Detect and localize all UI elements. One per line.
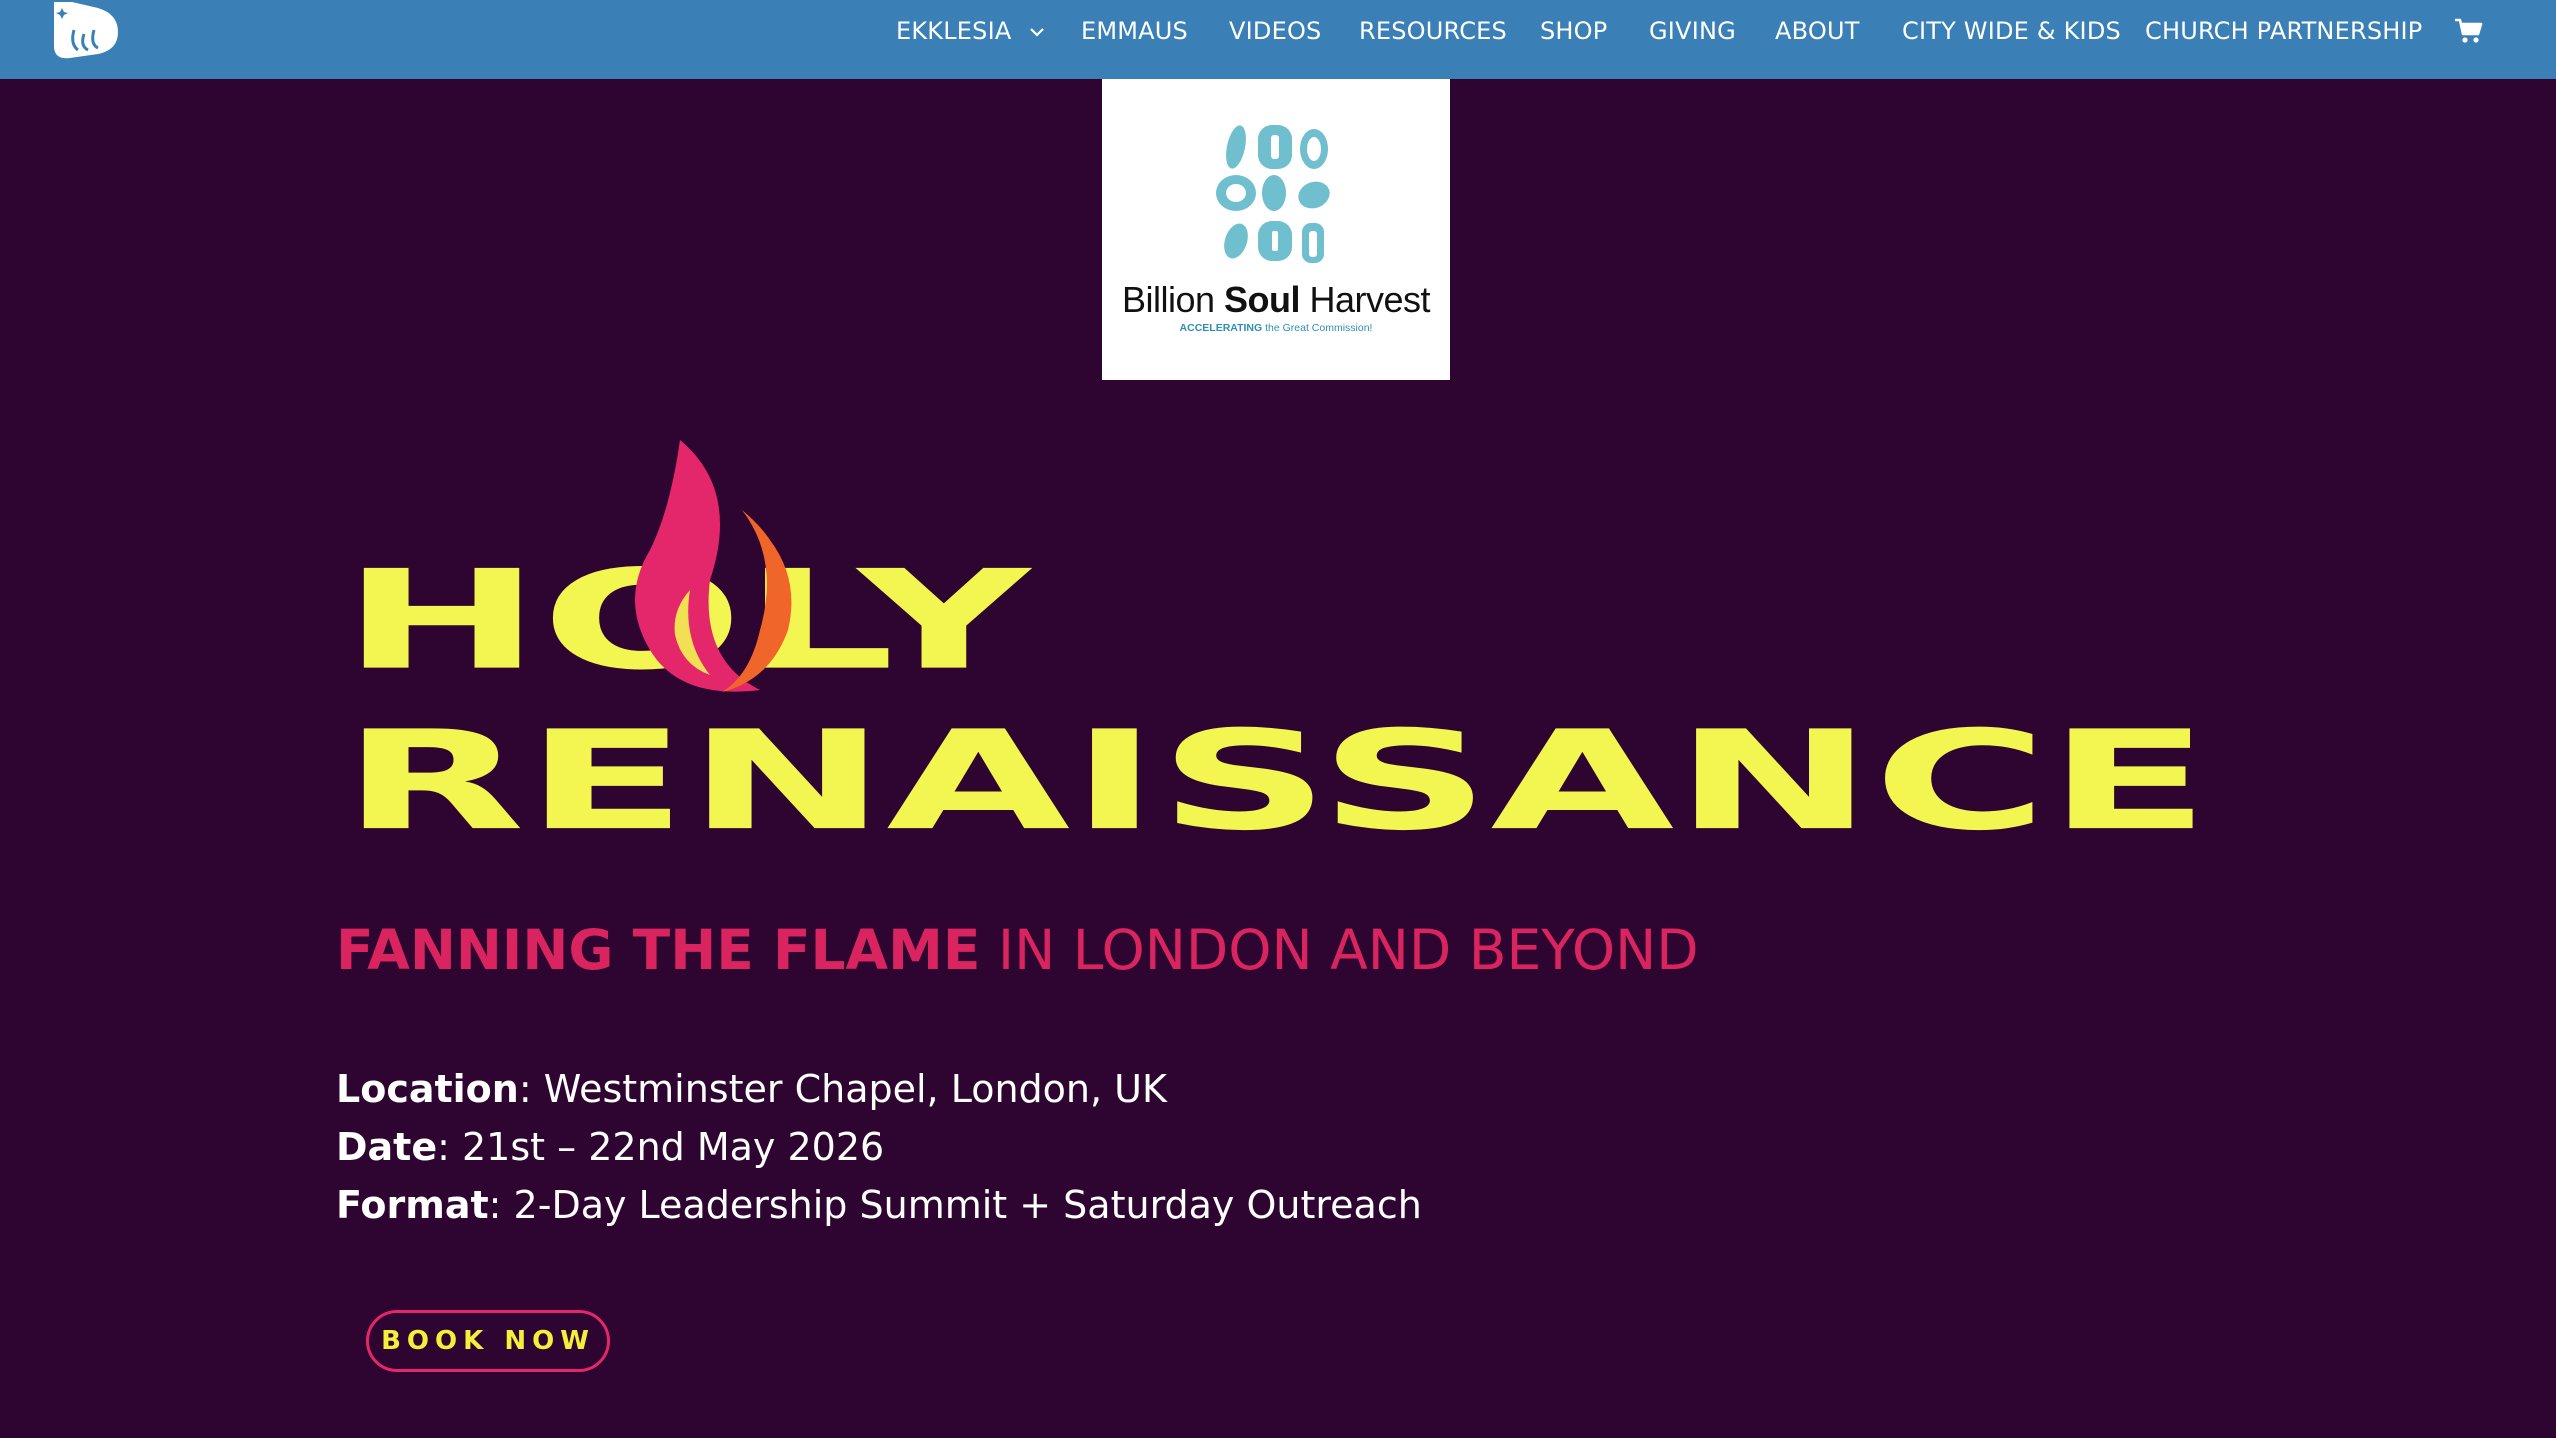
detail-date: Date: 21st – 22nd May 2026 [336,1118,1422,1176]
nav-item-ekklesia[interactable]: EKKLESIA [896,0,1045,62]
partner-logo-billion-soul-harvest[interactable]: Billion Soul Harvest ACCELERATING the Gr… [1102,79,1450,380]
nav-item-shop[interactable]: SHOP [1540,0,1607,62]
subtitle-rest: IN LONDON AND BEYOND [980,918,1699,982]
nav-item-church-partnership[interactable]: CHURCH PARTNERSHIP [2145,0,2422,62]
nav-item-emmaus[interactable]: EMMAUS [1081,0,1188,62]
billion-soul-harvest-mark-icon [1216,125,1330,263]
detail-value: : Westminster Chapel, London, UK [518,1067,1167,1111]
nav-item-giving[interactable]: GIVING [1649,0,1736,62]
partner-tagline: ACCELERATING the Great Commission! [1179,322,1373,334]
top-nav-bar: EKKLESIA EMMAUS VIDEOS RESOURCES SHOP GI… [0,0,2556,79]
nav-item-videos[interactable]: VIDEOS [1229,0,1321,62]
nav-item-label: EKKLESIA [896,17,1012,45]
detail-key: Date [336,1125,438,1169]
detail-value: : 2-Day Leadership Summit + Saturday Out… [488,1183,1422,1227]
cart-icon[interactable] [2454,16,2484,46]
hero-title-line2: RENAISSANCE [342,702,2210,850]
detail-key: Format [336,1183,489,1227]
site-logo-icon[interactable] [48,0,124,64]
detail-key: Location [336,1067,519,1111]
partner-name: Billion Soul Harvest [1121,279,1431,320]
nav-item-about[interactable]: ABOUT [1775,0,1860,62]
flame-icon [635,440,792,692]
nav-item-city-wide-kids[interactable]: CITY WIDE & KIDS [1902,0,2121,62]
nav-item-resources[interactable]: RESOURCES [1359,0,1507,62]
detail-value: : 21st – 22nd May 2026 [437,1125,885,1169]
detail-format: Format: 2-Day Leadership Summit + Saturd… [336,1176,1422,1234]
chevron-down-icon [1030,28,1045,37]
detail-location: Location: Westminster Chapel, London, UK [336,1060,1422,1118]
hero-title-graphic: HOLY RENAISSANCE [342,440,2210,850]
book-now-button[interactable]: BOOK NOW [366,1310,610,1372]
subtitle-emphasis: FANNING THE FLAME [336,918,981,982]
event-details: Location: Westminster Chapel, London, UK… [336,1060,1422,1234]
hero-subtitle: FANNING THE FLAME IN LONDON AND BEYOND [336,910,1699,990]
